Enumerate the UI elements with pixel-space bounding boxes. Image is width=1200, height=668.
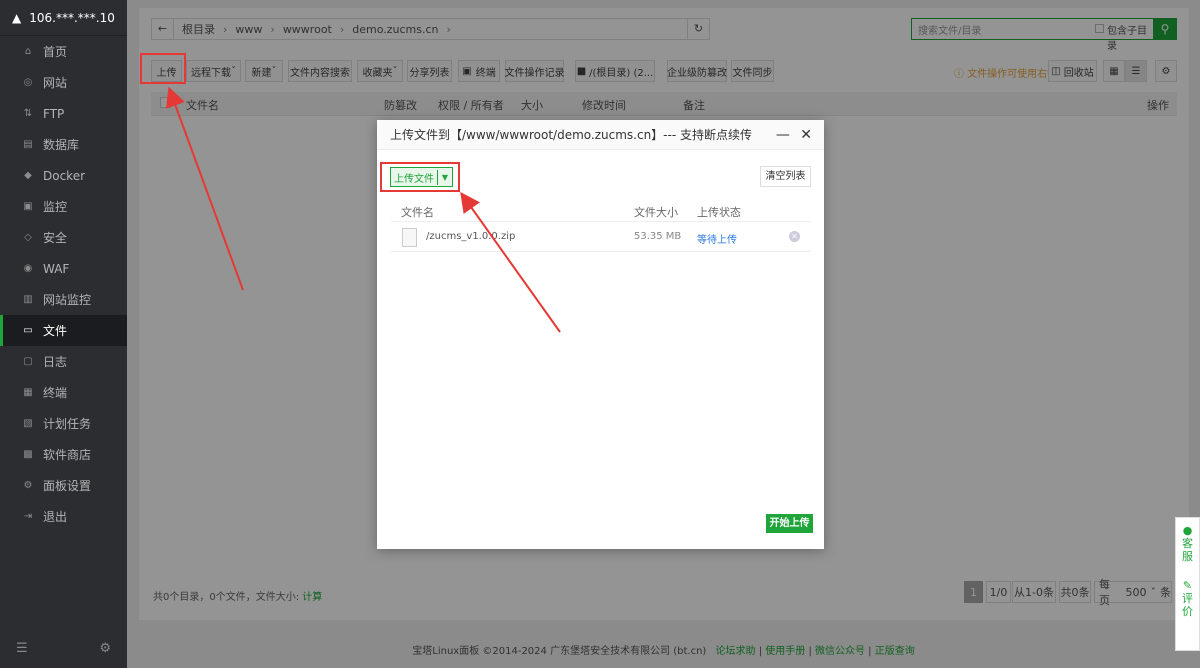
arrow-to-upload-file: [460, 191, 561, 333]
annotation-arrows: [166, 86, 561, 333]
arrow-to-upload: [166, 86, 244, 291]
